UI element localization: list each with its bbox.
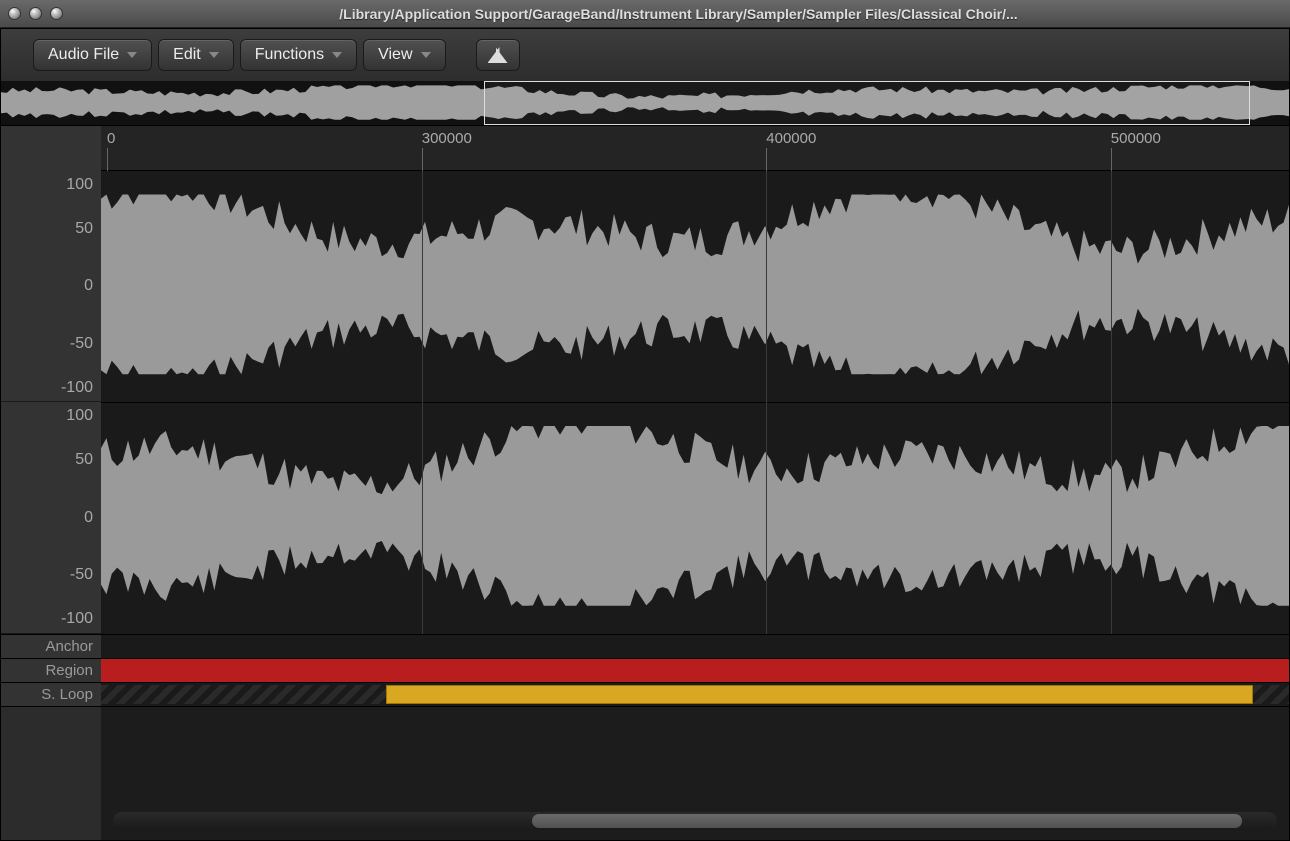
chevron-down-icon (209, 52, 219, 58)
amplitude-axis-ch1: 100 50 0 -50 -100 (1, 171, 101, 402)
region-bar[interactable] (101, 659, 1289, 682)
functions-menu[interactable]: Functions (240, 39, 357, 71)
audio-file-menu-label: Audio File (48, 46, 119, 64)
amplitude-tick-label: 50 (75, 451, 93, 469)
sloop-bar[interactable] (386, 685, 1253, 704)
grid-line (1111, 171, 1112, 634)
sloop-track[interactable] (101, 683, 1289, 706)
time-tick-label: 500000 (1111, 130, 1161, 147)
close-window-button[interactable] (8, 7, 21, 20)
edit-menu-label: Edit (173, 46, 201, 64)
waveform-overview[interactable] (1, 81, 1289, 126)
time-tick-mark (422, 148, 423, 171)
amplitude-tick-label: -100 (61, 610, 93, 628)
amplitude-axis-ch2: 100 50 0 -50 -100 (1, 402, 101, 633)
anchor-label: Anchor (1, 635, 101, 658)
editor-toolbar: Audio File Edit Functions View (1, 29, 1289, 81)
bottom-gutter (1, 706, 101, 840)
time-ruler-row: 0 300000 400000 500000 (1, 126, 1289, 171)
zoom-window-button[interactable] (50, 7, 63, 20)
crossfade-icon (488, 47, 508, 63)
traffic-lights (8, 7, 63, 20)
horizontal-scrollbar[interactable] (113, 812, 1277, 830)
amplitude-tick-label: 0 (84, 277, 93, 295)
grid-line (766, 171, 767, 634)
amplitude-tick-label: 0 (84, 509, 93, 527)
window-title: /Library/Application Support/GarageBand/… (75, 6, 1282, 22)
overview-selection[interactable] (484, 81, 1250, 125)
bottom-canvas (101, 706, 1289, 840)
chevron-down-icon (421, 52, 431, 58)
amplitude-tick-label: -50 (70, 335, 93, 353)
time-tick-label: 400000 (766, 130, 816, 147)
amplitude-tick-label: -50 (70, 566, 93, 584)
view-menu-label: View (378, 46, 412, 64)
grid-line (422, 171, 423, 634)
chevron-down-icon (127, 52, 137, 58)
functions-menu-label: Functions (255, 46, 324, 64)
crossfade-button[interactable] (476, 39, 520, 71)
amplitude-tick-label: 50 (75, 220, 93, 238)
scrollbar-thumb[interactable] (532, 814, 1242, 828)
region-track[interactable] (101, 659, 1289, 682)
waveform-canvas[interactable] (101, 171, 1289, 634)
amplitude-gutter: 100 50 0 -50 -100 100 50 0 -50 -100 (1, 171, 101, 634)
bottom-area (1, 706, 1289, 840)
ruler-gutter (1, 126, 101, 171)
anchor-lane: Anchor (1, 634, 1289, 658)
time-ruler[interactable]: 0 300000 400000 500000 (101, 126, 1289, 171)
audio-file-menu[interactable]: Audio File (33, 39, 152, 71)
sloop-lane: S. Loop (1, 682, 1289, 706)
region-label: Region (1, 659, 101, 682)
time-tick-mark (1111, 148, 1112, 171)
amplitude-tick-label: 100 (66, 407, 93, 425)
time-tick-label: 0 (107, 130, 115, 147)
chevron-down-icon (332, 52, 342, 58)
sloop-label: S. Loop (1, 683, 101, 706)
view-menu[interactable]: View (363, 39, 445, 71)
amplitude-tick-label: 100 (66, 176, 93, 194)
region-lane: Region (1, 658, 1289, 682)
anchor-track[interactable] (101, 635, 1289, 658)
time-tick-label: 300000 (422, 130, 472, 147)
waveform-area: 100 50 0 -50 -100 100 50 0 -50 -100 (1, 171, 1289, 634)
time-tick-mark (107, 148, 108, 171)
window-titlebar: /Library/Application Support/GarageBand/… (0, 0, 1290, 28)
edit-menu[interactable]: Edit (158, 39, 234, 71)
amplitude-tick-label: -100 (61, 379, 93, 397)
minimize-window-button[interactable] (29, 7, 42, 20)
time-tick-mark (766, 148, 767, 171)
